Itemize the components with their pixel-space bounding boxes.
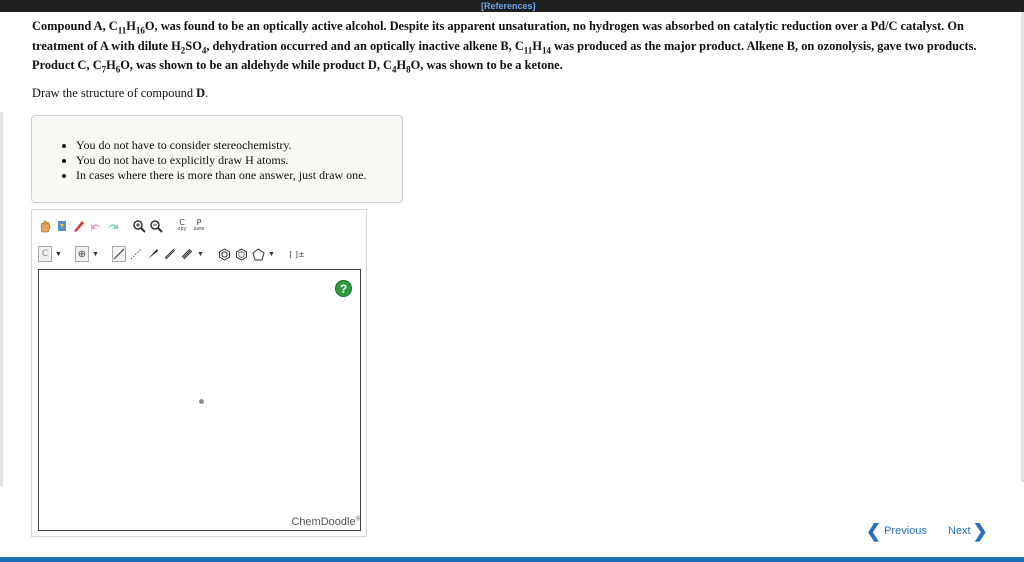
bracket-button[interactable]: [ ]± xyxy=(288,246,306,262)
paste-button[interactable]: Paste xyxy=(192,218,206,234)
cursor-dot xyxy=(199,399,204,404)
dashed-bond-icon[interactable] xyxy=(129,246,143,262)
chemdoodle-sketcher: Copy Paste C ▼ ⊕ ▼ ▼ ▼ [ ]± ? ChemDoodle… xyxy=(31,209,367,537)
next-button[interactable]: Next ❯ xyxy=(948,521,988,541)
pentagon-ring-icon[interactable] xyxy=(251,246,265,262)
toolbar-row-1: Copy Paste xyxy=(38,218,206,234)
bottom-bar xyxy=(0,557,1024,562)
chevron-down-icon[interactable]: ▼ xyxy=(268,250,276,258)
chevron-down-icon[interactable]: ▼ xyxy=(92,250,100,258)
double-bond-icon[interactable] xyxy=(163,246,177,262)
copy-button[interactable]: Copy xyxy=(175,218,189,234)
chemdoodle-logo: ChemDoodle® xyxy=(291,516,360,528)
hand-icon[interactable] xyxy=(38,218,52,234)
references-link[interactable]: [References] xyxy=(481,0,536,12)
drawing-canvas[interactable]: ? xyxy=(38,269,361,531)
question-text: Compound A, C11H16O, was found to be an … xyxy=(32,19,977,75)
instruction-item: You do not have to consider stereochemis… xyxy=(76,138,366,153)
instruction-item: You do not have to explicitly draw H ato… xyxy=(76,153,366,168)
triple-bond-icon[interactable] xyxy=(180,246,194,262)
hexagon-ring-icon[interactable] xyxy=(234,246,248,262)
zoom-in-icon[interactable] xyxy=(132,218,146,234)
draw-prompt: Draw the structure of compound D. xyxy=(32,86,209,100)
undo-icon[interactable] xyxy=(89,218,103,234)
instructions-box: You do not have to consider stereochemis… xyxy=(31,115,403,203)
single-bond-icon[interactable] xyxy=(112,246,126,262)
wedge-bond-icon[interactable] xyxy=(146,246,160,262)
lasso-icon[interactable] xyxy=(55,218,69,234)
left-scroll-rail xyxy=(0,112,3,486)
benzene-ring-icon[interactable] xyxy=(217,246,231,262)
chevron-right-icon: ❯ xyxy=(972,521,988,541)
previous-button[interactable]: ❮ Previous xyxy=(866,521,927,541)
redo-icon[interactable] xyxy=(106,218,120,234)
top-bar: [References] xyxy=(0,0,1024,12)
toolbar-row-2: C ▼ ⊕ ▼ ▼ ▼ [ ]± xyxy=(38,246,306,262)
charge-button[interactable]: ⊕ xyxy=(75,246,89,262)
chevron-down-icon[interactable]: ▼ xyxy=(55,250,63,258)
element-carbon-button[interactable]: C xyxy=(38,246,52,262)
chevron-left-icon: ❮ xyxy=(866,521,882,541)
eraser-icon[interactable] xyxy=(72,218,86,234)
instruction-item: In cases where there is more than one an… xyxy=(76,168,366,183)
chevron-down-icon[interactable]: ▼ xyxy=(197,250,205,258)
zoom-out-icon[interactable] xyxy=(149,218,163,234)
help-button[interactable]: ? xyxy=(335,280,352,297)
